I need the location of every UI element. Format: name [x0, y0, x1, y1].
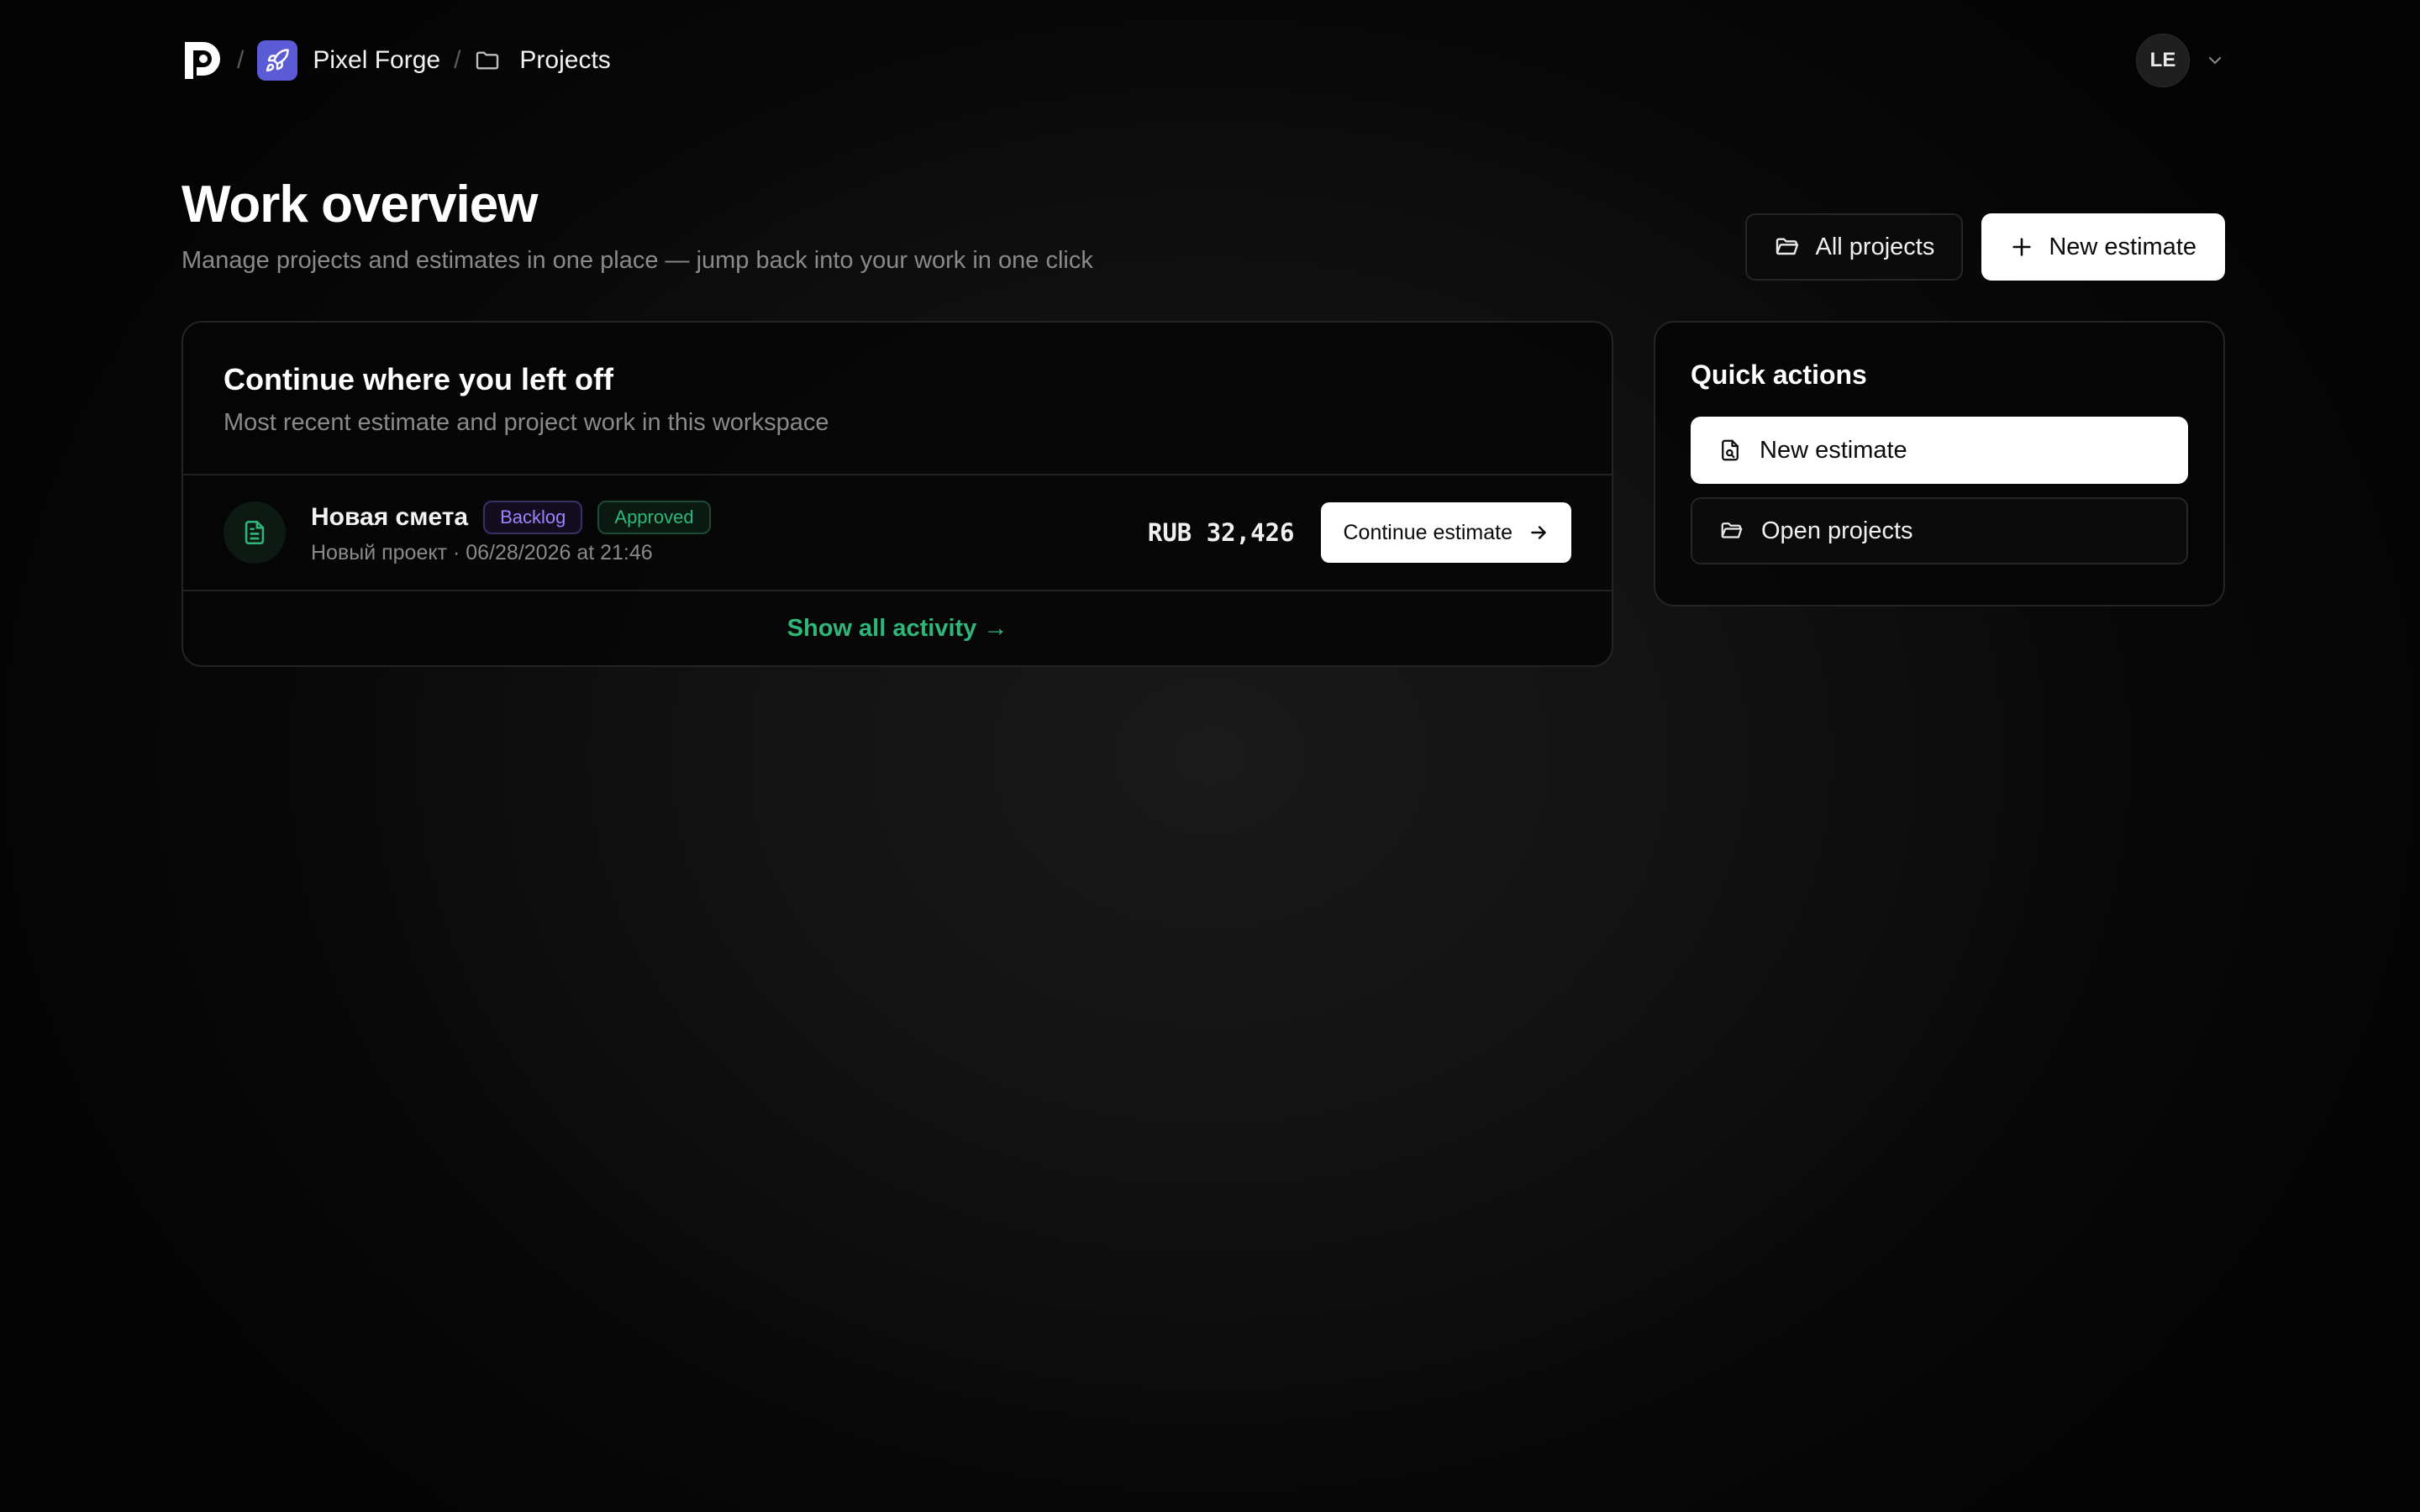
quick-new-estimate-button[interactable]: New estimate	[1691, 417, 2188, 484]
file-search-icon	[1718, 438, 1743, 463]
plus-icon	[2010, 235, 2033, 259]
recent-activity-subtitle: Most recent estimate and project work in…	[224, 409, 829, 436]
rocket-icon[interactable]	[257, 40, 298, 81]
new-estimate-label: New estimate	[2049, 233, 2196, 260]
list-item-content: Новая смета Backlog Approved Новый проек…	[311, 500, 1148, 565]
document-icon	[224, 501, 286, 564]
page-subtitle: Manage projects and estimates in one pla…	[182, 247, 1093, 274]
continue-estimate-label: Continue estimate	[1343, 520, 1512, 544]
breadcrumb: / Pixel Forge / Projects	[182, 34, 611, 87]
estimate-name[interactable]: Новая смета	[311, 503, 468, 532]
page-title: Work overview	[182, 176, 538, 234]
chevron-down-icon[interactable]	[2205, 50, 2225, 71]
user-menu[interactable]: LE	[2136, 34, 2225, 87]
recent-activity-card: Continue where you left off Most recent …	[182, 321, 1613, 667]
breadcrumb-section[interactable]: Projects	[519, 46, 610, 75]
status-badge: Approved	[597, 500, 711, 534]
folder-open-icon	[1774, 234, 1801, 260]
avatar[interactable]: LE	[2136, 34, 2190, 87]
header-actions: All projects New estimate	[1744, 213, 2225, 281]
all-projects-button[interactable]: All projects	[1744, 213, 1964, 281]
all-projects-label: All projects	[1815, 233, 1935, 260]
folder-open-icon	[1719, 518, 1744, 543]
show-all-activity-link[interactable]: Show all activity →	[183, 591, 1612, 665]
breadcrumb-separator: /	[237, 46, 245, 74]
folder-icon	[474, 47, 501, 74]
status-badge: Backlog	[483, 500, 583, 534]
estimate-amount: RUB 32,426	[1147, 518, 1295, 547]
new-estimate-button[interactable]: New estimate	[1981, 213, 2225, 281]
quick-actions-title: Quick actions	[1691, 360, 1867, 390]
recent-activity-header: Continue where you left off Most recent …	[183, 323, 1612, 475]
quick-new-estimate-label: New estimate	[1760, 436, 1907, 464]
estimate-meta: Новый проект · 06/28/2026 at 21:46	[311, 540, 653, 564]
breadcrumb-separator: /	[454, 46, 461, 74]
list-item[interactable]: Новая смета Backlog Approved Новый проек…	[183, 475, 1612, 591]
breadcrumb-workspace[interactable]: Pixel Forge	[313, 46, 440, 75]
quick-open-projects-button[interactable]: Open projects	[1691, 497, 2188, 564]
quick-open-projects-label: Open projects	[1761, 517, 1913, 544]
quick-actions-card: Quick actions New estimate Open projects	[1654, 321, 2225, 606]
arrow-right-icon	[1528, 522, 1549, 543]
recent-activity-title: Continue where you left off	[224, 362, 613, 396]
top-bar: / Pixel Forge / Projects LE	[182, 34, 2225, 87]
continue-estimate-button[interactable]: Continue estimate	[1321, 502, 1571, 563]
app-logo-icon[interactable]	[182, 40, 224, 81]
